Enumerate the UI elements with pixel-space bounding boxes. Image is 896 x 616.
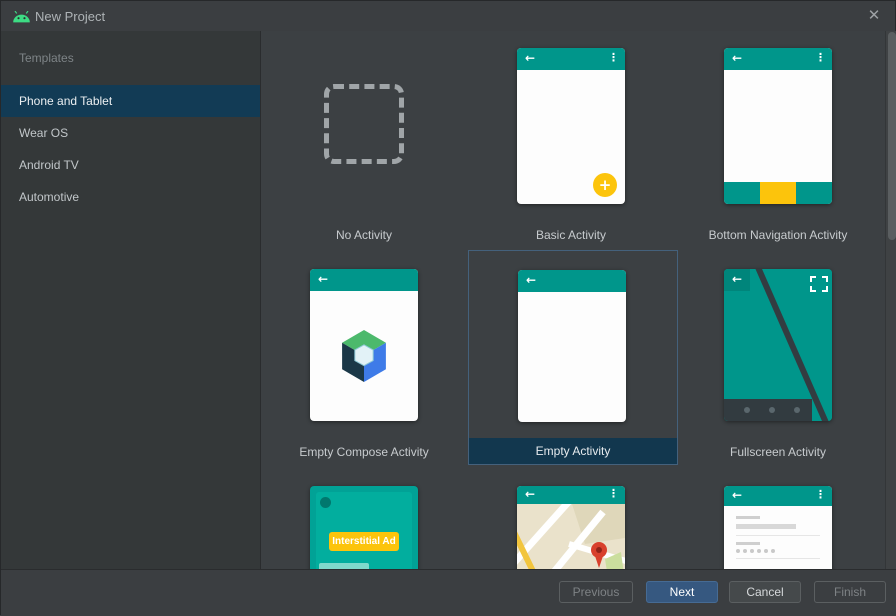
- card-label-fullscreen-activity[interactable]: Fullscreen Activity: [674, 445, 882, 459]
- fullscreen-mockup: [724, 269, 832, 421]
- gallery-scrollbar: [885, 31, 896, 569]
- back-arrow-icon: ←: [525, 51, 536, 65]
- card-label-empty-compose-activity[interactable]: Empty Compose Activity: [262, 445, 468, 459]
- card-label-basic-activity[interactable]: Basic Activity: [467, 228, 675, 242]
- next-button[interactable]: Next: [646, 581, 718, 603]
- phone-appbar: ← ⋮: [724, 48, 832, 70]
- phone-appbar: ← ⋮: [517, 48, 625, 70]
- card-empty-compose-activity[interactable]: ←: [310, 269, 418, 421]
- dialog-title: New Project: [35, 9, 106, 24]
- close-icon[interactable]: ✕: [864, 6, 884, 26]
- card-login-activity[interactable]: ← ⋮: [724, 486, 832, 569]
- sidebar-section-label: Templates: [19, 51, 74, 65]
- previous-button: Previous: [559, 581, 633, 603]
- camera-dot-icon: [320, 497, 331, 508]
- finish-button: Finish: [814, 581, 886, 603]
- phone-mockup: ←: [518, 270, 626, 422]
- login-form-preview: [724, 506, 832, 569]
- back-arrow-icon: ←: [732, 272, 743, 286]
- kebab-menu-icon: ⋮: [608, 487, 619, 500]
- compose-logo-icon: [342, 330, 386, 382]
- templates-sidebar: Templates Phone and Tablet Wear OS Andro…: [1, 31, 261, 569]
- scrollbar-thumb[interactable]: [888, 32, 896, 240]
- phone-appbar: ← ⋮: [517, 486, 625, 504]
- card-empty-activity-selected[interactable]: ← Empty Activity: [468, 250, 678, 465]
- phone-appbar: ← ⋮: [724, 486, 832, 506]
- back-arrow-icon: ←: [526, 273, 537, 287]
- back-arrow-icon: ←: [732, 51, 743, 65]
- footer-bar: Previous Next Cancel Finish: [1, 569, 896, 616]
- new-project-dialog: New Project ✕ Templates Phone and Tablet…: [0, 0, 896, 616]
- fab-plus-icon: +: [593, 173, 617, 197]
- dashed-placeholder-icon[interactable]: [324, 84, 404, 164]
- bottom-nav-bar: [724, 182, 832, 204]
- cancel-button[interactable]: Cancel: [729, 581, 801, 603]
- sidebar-item-android-tv[interactable]: Android TV: [1, 149, 260, 181]
- sidebar-item-phone-and-tablet[interactable]: Phone and Tablet: [1, 85, 260, 117]
- phone-appbar: ←: [310, 269, 418, 291]
- title-bar: New Project ✕: [1, 1, 895, 31]
- sidebar-item-automotive[interactable]: Automotive: [1, 181, 260, 213]
- interstitial-ad-button: Interstitial Ad: [329, 532, 399, 551]
- card-label-bottom-navigation-activity[interactable]: Bottom Navigation Activity: [674, 228, 882, 242]
- map-preview: [517, 504, 625, 569]
- card-label-empty-activity: Empty Activity: [469, 438, 677, 464]
- password-dots: [736, 549, 775, 553]
- card-bottom-navigation-activity[interactable]: ← ⋮: [724, 48, 832, 204]
- phone-appbar: ←: [518, 270, 626, 292]
- kebab-menu-icon: ⋮: [608, 51, 619, 64]
- back-arrow-icon: ←: [525, 487, 536, 501]
- card-basic-activity[interactable]: ← ⋮ +: [517, 48, 625, 204]
- template-gallery: No Activity ← ⋮ + Basic Activity ← ⋮ Bot…: [262, 31, 896, 569]
- android-logo-icon: [12, 10, 31, 28]
- back-arrow-icon: ←: [318, 272, 329, 286]
- kebab-menu-icon: ⋮: [815, 488, 826, 501]
- card-label-no-activity[interactable]: No Activity: [262, 228, 468, 242]
- card-google-admob-ads[interactable]: Interstitial Ad: [310, 486, 418, 569]
- card-fullscreen-activity[interactable]: ←: [724, 269, 832, 421]
- card-google-maps-activity[interactable]: ← ⋮: [517, 486, 625, 569]
- back-arrow-icon: ←: [732, 488, 743, 502]
- sidebar-item-wear-os[interactable]: Wear OS: [1, 117, 260, 149]
- kebab-menu-icon: ⋮: [815, 51, 826, 64]
